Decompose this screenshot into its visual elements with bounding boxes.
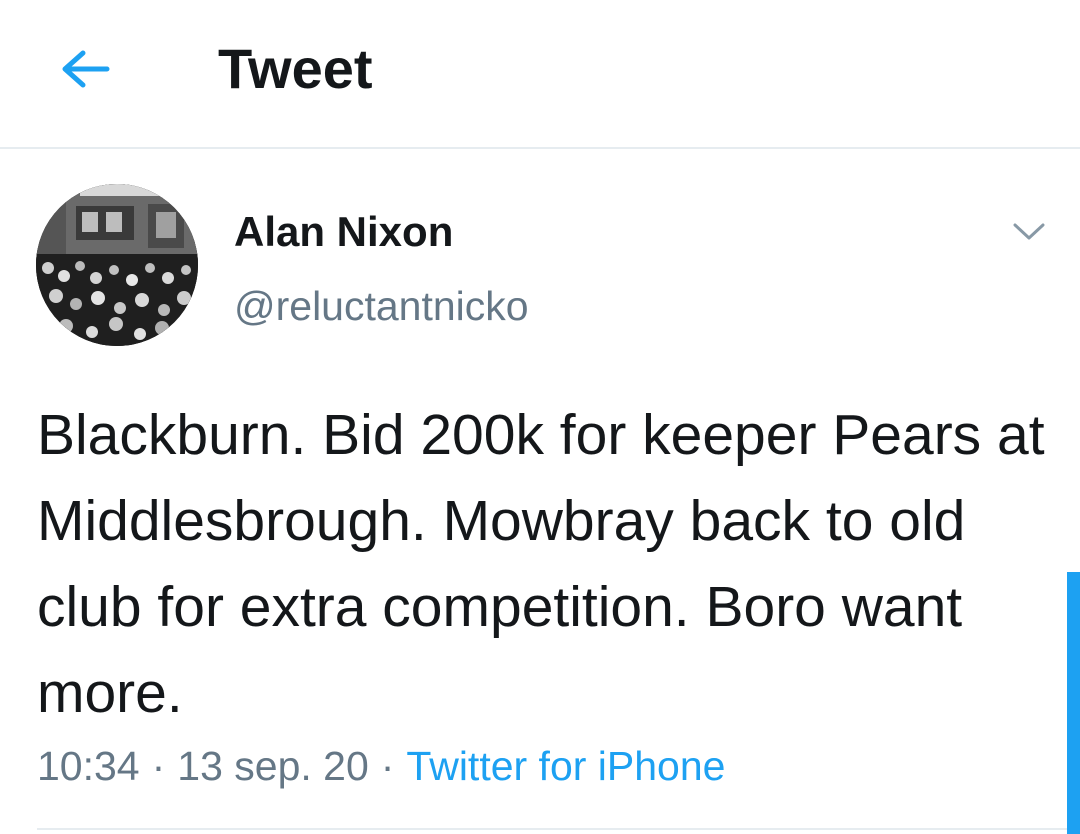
tweet-date: 13 sep. 20 — [177, 743, 369, 789]
arrow-left-icon — [62, 50, 110, 88]
separator-dot: · — [151, 743, 166, 789]
separator-dot: · — [380, 743, 395, 789]
author-name[interactable]: Alan Nixon — [234, 206, 453, 258]
page-title: Tweet — [218, 37, 373, 100]
avatar-photo — [36, 184, 198, 346]
back-button[interactable] — [50, 36, 120, 102]
tweet-source-link[interactable]: Twitter for iPhone — [406, 743, 725, 789]
avatar[interactable] — [36, 184, 198, 346]
tweet-menu-button[interactable] — [1004, 210, 1054, 254]
chevron-down-icon — [1013, 223, 1045, 240]
tweet-text: Blackburn. Bid 200k for keeper Pears at … — [37, 403, 1045, 725]
divider — [37, 828, 1080, 830]
tweet-metadata: 10:34 · 13 sep. 20 · Twitter for iPhone — [37, 738, 725, 794]
author-handle[interactable]: @reluctantnicko — [234, 280, 529, 332]
scrollbar-thumb[interactable] — [1067, 572, 1080, 834]
tweet-detail-screen: Tweet Alan Nixon @reluctantnicko Blackbu… — [0, 0, 1080, 834]
tweet-time: 10:34 — [37, 743, 140, 789]
top-app-bar: Tweet — [0, 0, 1080, 149]
